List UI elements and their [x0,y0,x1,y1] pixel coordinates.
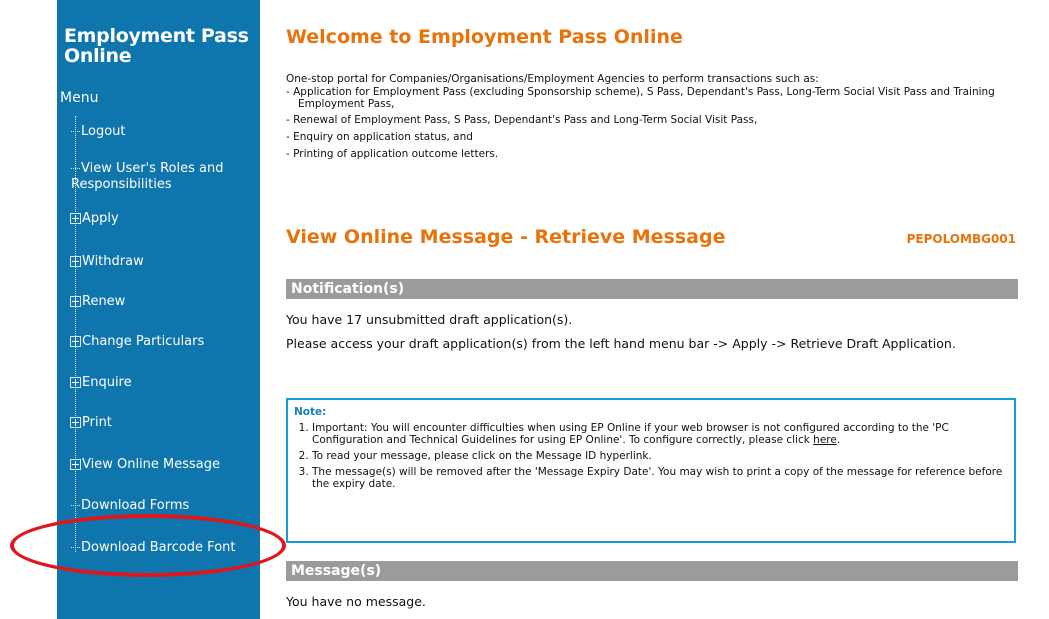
note-text: . [836,434,841,446]
nav-label: Download Forms [81,498,190,513]
pc-config-link[interactable]: here [813,434,837,446]
messages-empty-text: You have no message. [286,594,426,609]
page-code: PEPOLOMBG001 [906,232,1016,246]
bullet-item: - Printing of application outcome letter… [286,148,499,160]
nav-withdraw[interactable]: Withdraw [70,254,144,270]
expand-icon[interactable] [70,459,81,470]
nav-label: Apply [82,211,119,226]
nav-label: Withdraw [82,254,144,269]
nav-download-forms[interactable]: Download Forms [71,498,189,514]
nav-enquire[interactable]: Enquire [70,375,132,391]
nav-label: Enquire [82,375,132,390]
bullet-item: - Enquiry on application status, and [286,131,473,143]
nav-label: Renew [82,294,126,309]
messages-header: Message(s) [286,561,1018,581]
note-item: To read your message, please click on th… [312,450,1014,462]
app-title: Employment Pass Online [64,25,249,67]
expand-icon[interactable] [70,417,81,428]
nav-label: Logout [81,124,126,139]
note-list: Important: You will encounter difficulti… [288,422,1014,490]
menu-label: Menu [60,90,99,106]
notification-drafts-count: You have 17 unsubmitted draft applicatio… [286,312,573,327]
expand-icon[interactable] [70,256,81,267]
bullet-item: - Renewal of Employment Pass, S Pass, De… [286,114,758,126]
welcome-title: Welcome to Employment Pass Online [286,26,683,48]
nav-logout[interactable]: Logout [71,124,126,140]
notification-drafts-hint: Please access your draft application(s) … [286,336,956,351]
note-label: Note: [294,406,327,418]
notifications-header: Notification(s) [286,279,1018,299]
nav-label: Print [82,415,112,430]
note-text: Important: You will encounter difficulti… [312,422,949,446]
expand-icon[interactable] [70,296,81,307]
nav-print[interactable]: Print [70,415,112,431]
expand-icon[interactable] [70,213,81,224]
bullet-list: - Application for Employment Pass (exclu… [286,86,1021,160]
note-box: Note: Important: You will encounter diff… [286,398,1016,543]
note-item: Important: You will encounter difficulti… [312,422,1014,446]
nav-view-online-message[interactable]: View Online Message [70,457,221,473]
nav-label: Change Particulars [82,334,205,349]
intro-text: One-stop portal for Companies/Organisati… [286,73,819,85]
bullet-item: - Application for Employment Pass (exclu… [286,86,995,110]
highlight-ellipse [10,514,286,577]
nav-change-particulars[interactable]: Change Particulars [70,334,205,350]
section-title: View Online Message - Retrieve Message [286,226,726,248]
nav-renew[interactable]: Renew [70,294,126,310]
nav-view-user-roles[interactable]: View User's Roles and Responsibilities [71,161,256,193]
expand-icon[interactable] [70,336,81,347]
nav-label: View User's Roles and Responsibilities [71,161,224,192]
nav-apply[interactable]: Apply [70,211,119,227]
nav-label: View Online Message [82,457,221,472]
expand-icon[interactable] [70,377,81,388]
note-item: The message(s) will be removed after the… [312,466,1014,490]
